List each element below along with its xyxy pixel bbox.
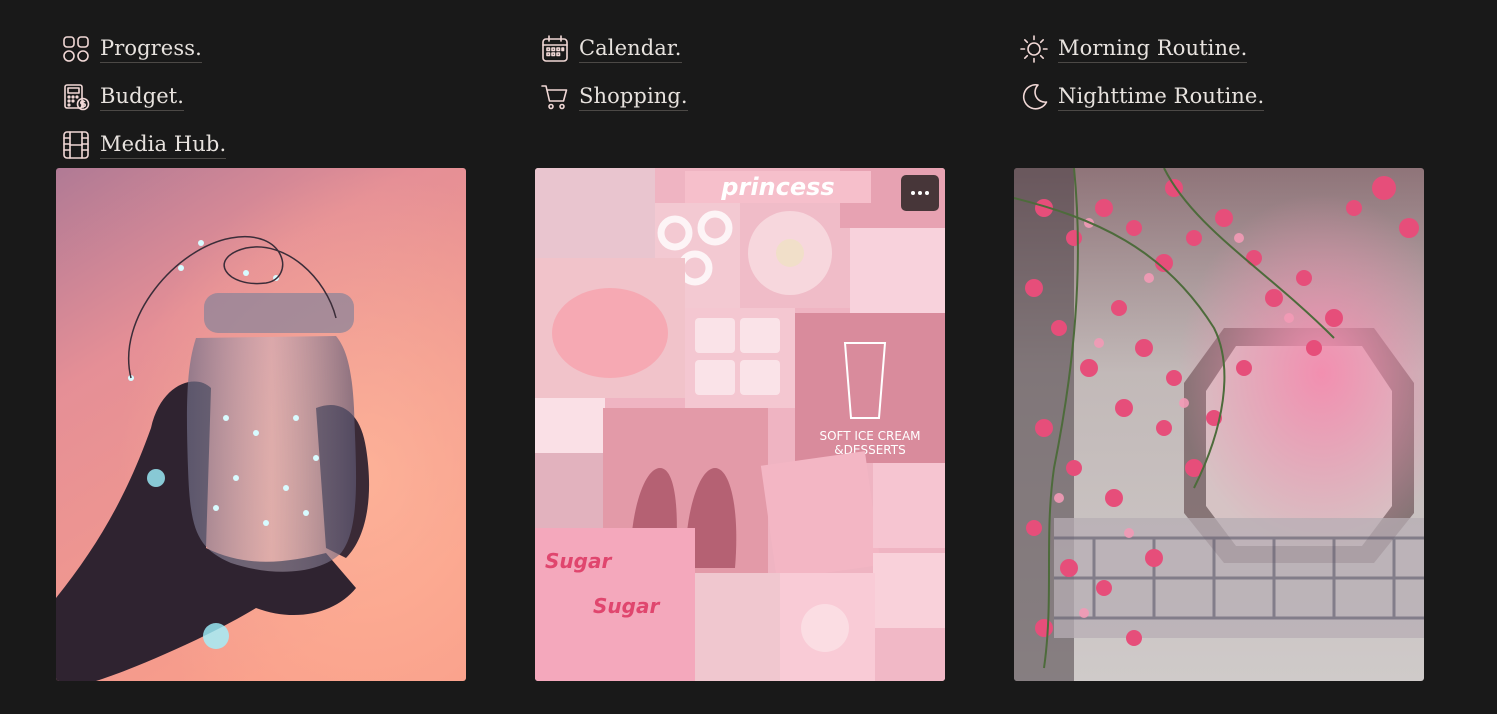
calendar-label: Calendar. [579,36,682,63]
gallery-image-jar[interactable] [56,168,466,681]
budget-label: Budget. [100,84,185,111]
progress-label: Progress. [100,36,202,63]
morning-routine-label: Morning Routine. [1058,36,1248,63]
media-hub-label: Media Hub. [100,132,227,159]
svg-text:Sugar: Sugar [593,594,660,618]
link-column-2: Calendar. Shopping. [539,25,688,121]
svg-text:Sugar: Sugar [545,549,612,573]
nighttime-routine-link[interactable]: Nighttime Routine. [1018,73,1265,121]
film-icon [60,129,92,161]
link-column-3: Morning Routine. Nighttime Routine. [1018,25,1265,121]
gallery-image-blossoms[interactable] [1014,168,1424,681]
calculator-icon [60,81,92,113]
nighttime-routine-label: Nighttime Routine. [1058,84,1265,111]
gallery-image-collage[interactable]: SOFT ICE CREAM &DESSERTS Sugar Sugar pri… [535,168,945,681]
media-hub-link[interactable]: Media Hub. [60,121,227,169]
moon-icon [1018,81,1050,113]
more-horizontal-icon [911,191,915,195]
morning-routine-link[interactable]: Morning Routine. [1018,25,1264,73]
cart-icon [539,81,571,113]
shopping-link[interactable]: Shopping. [539,73,688,121]
budget-link[interactable]: Budget. [60,73,226,121]
calendar-icon [539,33,571,65]
shopping-label: Shopping. [579,84,688,111]
svg-text:SOFT ICE CREAM: SOFT ICE CREAM [819,429,920,443]
link-column-1: Progress. Budget. Media Hub. [60,25,227,169]
progress-link[interactable]: Progress. [60,25,226,73]
grid-icon [60,33,92,65]
calendar-link[interactable]: Calendar. [539,25,688,73]
sun-icon [1018,33,1050,65]
collage-banner: princess [685,171,871,203]
more-options-button[interactable] [901,175,939,211]
